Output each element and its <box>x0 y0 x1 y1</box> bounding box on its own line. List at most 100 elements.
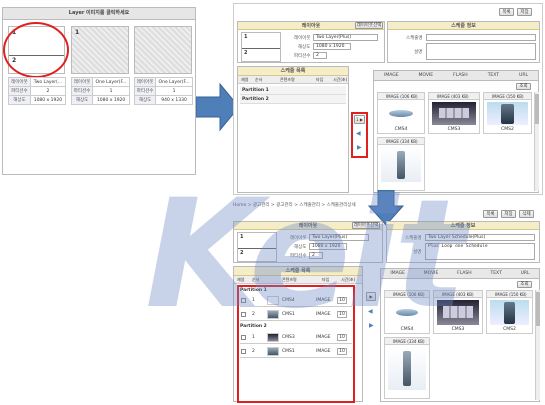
image-card-cms3[interactable]: IMAGE (403 KB) CMS3 <box>433 290 483 334</box>
tab-flash[interactable]: FLASH <box>457 271 472 276</box>
image-card-cms2[interactable]: IMAGE (150 KB) CMS2 <box>483 92 532 134</box>
partition-count-field[interactable]: 2 <box>313 52 327 59</box>
move-left-icon[interactable]: ◀ <box>356 130 361 137</box>
time-input[interactable]: 10 <box>337 297 347 304</box>
add-to-list-button[interactable]: 1 ▶ <box>354 115 365 124</box>
row-thumb <box>267 310 279 319</box>
list-button[interactable]: 목록 <box>499 8 514 16</box>
image-preview <box>381 102 421 125</box>
layout-field[interactable]: Two Layer(Plus) <box>313 34 378 41</box>
schedule-row[interactable]: 1 CMS4 IMAGE 10 <box>240 294 352 307</box>
tab-image[interactable]: IMAGE <box>384 73 399 78</box>
bottom-add-button[interactable]: ▶ <box>366 292 376 301</box>
partition-2-row[interactable]: Partition 2 <box>240 95 346 104</box>
breadcrumb: Home > 광고관리 > 광고관리 > 스케줄관리 > 스케줄관리상세 <box>233 203 356 208</box>
layout-info-table-2: 레이아웃 One Layer(F... 파티션수 1 해상도 1080 x 1920 <box>70 77 130 105</box>
bottom-list-columns: 재생 순서 콘텐츠명 타입 시간(초) <box>234 276 362 284</box>
bottom-content-tabs: IMAGE MOVIE FLASH TEXT URL <box>381 269 539 279</box>
tab-url[interactable]: URL <box>521 271 530 276</box>
layout-info-table-3: 레이아웃 One Layer(F... 파티션수 1 해상도 940 x 1330 <box>133 77 193 105</box>
bottom-move-right-icon[interactable]: ▶ <box>369 322 374 329</box>
bottom-partition-count-field[interactable]: 2 <box>309 252 323 259</box>
image-card-cms1[interactable]: IMAGE (334 KB) <box>384 337 430 399</box>
schedule-row[interactable]: 2 CMS1 IMAGE 10 <box>240 345 352 358</box>
bottom-schedule-list-header: 스케줄 목록 <box>234 267 362 276</box>
tab-movie[interactable]: MOVIE <box>419 73 434 78</box>
schedule-row[interactable]: 1 CMS3 IMAGE 10 <box>240 331 352 344</box>
layout-picker-panel: Layer 이미지를 클릭하세요 1 2 1 레이아웃 Two Layer(...… <box>2 7 196 175</box>
content-scrollbar[interactable] <box>534 92 539 191</box>
layout-box: 레이아웃 레이아웃선택 1 2 레이아웃 Two Layer(Plus) 해상도… <box>237 21 385 63</box>
row-checkbox[interactable] <box>241 335 246 340</box>
row-checkbox[interactable] <box>241 312 246 317</box>
schedule-list-header: 스케줄 목록 <box>238 67 348 76</box>
row-checkbox[interactable] <box>241 298 246 303</box>
bottom-description-input[interactable]: Plus Loop one Schedule <box>425 243 535 260</box>
tab-text[interactable]: TEXT <box>490 271 501 276</box>
time-input[interactable]: 10 <box>337 311 347 318</box>
bottom-move-left-icon[interactable]: ◀ <box>368 308 373 315</box>
bottom-search-button[interactable]: 조회 <box>517 281 532 288</box>
image-card-cms4[interactable]: IMAGE (106 KB) CMS4 <box>384 290 430 334</box>
image-card-cms2[interactable]: IMAGE (150 KB) CMS2 <box>486 290 533 334</box>
tab-text[interactable]: TEXT <box>488 73 499 78</box>
bottom-content-library: IMAGE MOVIE FLASH TEXT URL 조회 IMAGE (106… <box>380 268 540 402</box>
schedule-row[interactable]: 2 CMS1 IMAGE 10 <box>240 308 352 321</box>
schedule-name-input[interactable] <box>426 34 536 41</box>
bottom-save-button[interactable]: 저장 <box>501 210 516 218</box>
partition-1-row[interactable]: Partition 1 <box>240 86 346 95</box>
description-input[interactable] <box>426 43 536 60</box>
bottom-layout-field[interactable]: Two Layer(Plus) <box>309 234 369 241</box>
schedule-info-header: 스케줄 정보 <box>388 22 539 30</box>
content-library: IMAGE MOVIE FLASH TEXT URL 조회 IMAGE (106… <box>373 70 539 193</box>
bottom-layout-select-button[interactable]: 레이아웃선택 <box>352 222 380 229</box>
row-thumb <box>267 333 279 342</box>
bottom-list-button[interactable]: 목록 <box>483 210 498 218</box>
layout-thumb-one-layer-a[interactable]: 1 <box>71 26 129 74</box>
row-checkbox[interactable] <box>241 349 246 354</box>
bottom-layout-thumb: 1 2 <box>237 232 277 262</box>
schedule-list: 스케줄 목록 재생 순서 콘텐츠명 타입 시간(초) Partition 1 P… <box>237 66 349 193</box>
tab-movie[interactable]: MOVIE <box>424 271 439 276</box>
layout-picker-title: Layer 이미지를 클릭하세요 <box>3 8 195 20</box>
layout-select-button[interactable]: 레이아웃선택 <box>355 22 383 29</box>
time-input[interactable]: 10 <box>337 334 347 341</box>
image-preview <box>437 300 479 325</box>
image-card-cms4[interactable]: IMAGE (106 KB) CMS4 <box>377 92 425 134</box>
bottom-layout-box: 레이아웃 레이아웃선택 1 2 레이아웃 Two Layer(Plus) 해상도… <box>233 221 383 263</box>
layout-thumb: 1 2 <box>241 32 281 62</box>
move-right-icon[interactable]: ▶ <box>357 144 362 151</box>
image-preview <box>388 347 426 390</box>
image-preview <box>388 300 426 325</box>
resolution-field[interactable]: 1080 x 1920 <box>313 43 351 50</box>
tab-url[interactable]: URL <box>519 73 528 78</box>
bottom-schedule-name-input[interactable]: Two Layer Schedule(Plus) <box>425 234 535 241</box>
partition-2-title[interactable]: Partition 2 <box>240 324 267 329</box>
layout-info-table-1: 레이아웃 Two Layer(... 파티션수 2 해상도 1080 x 1920 <box>8 77 67 105</box>
bottom-content-scrollbar[interactable] <box>535 290 540 400</box>
save-button[interactable]: 저장 <box>517 8 532 16</box>
content-tabs: IMAGE MOVIE FLASH TEXT URL <box>374 71 538 81</box>
image-preview <box>487 102 528 125</box>
bottom-schedule-info-header: 스케줄 정보 <box>387 222 539 230</box>
image-preview <box>490 300 529 325</box>
image-preview <box>381 147 421 182</box>
delete-button[interactable]: 삭제 <box>519 210 534 218</box>
top-right-screen: 목록 저장 레이아웃 레이아웃선택 1 2 레이아웃 Two Layer(Plu… <box>233 3 543 195</box>
bottom-schedule-info-box: 스케줄 정보 스케줄명 Two Layer Schedule(Plus) 설명 … <box>386 221 540 263</box>
schedule-info-box: 스케줄 정보 스케줄명 설명 <box>387 21 540 63</box>
layout-thumb-one-layer-b[interactable] <box>134 26 192 74</box>
image-preview <box>432 102 476 125</box>
tab-flash[interactable]: FLASH <box>453 73 468 78</box>
image-card-cms1[interactable]: IMAGE (334 KB) <box>377 137 425 191</box>
image-card-cms3[interactable]: IMAGE (403 KB) CMS3 <box>428 92 480 134</box>
highlight-circle <box>3 22 69 78</box>
partition-1-title[interactable]: Partition 1 <box>240 288 267 293</box>
time-input[interactable]: 10 <box>337 348 347 355</box>
search-button[interactable]: 조회 <box>516 83 531 90</box>
tab-image[interactable]: IMAGE <box>390 271 405 276</box>
list-columns: 재생 순서 콘텐츠명 타입 시간(초) <box>238 76 348 84</box>
row-thumb <box>267 347 279 356</box>
row-thumb <box>267 296 279 305</box>
bottom-resolution-field[interactable]: 1080 x 1920 <box>309 243 347 250</box>
